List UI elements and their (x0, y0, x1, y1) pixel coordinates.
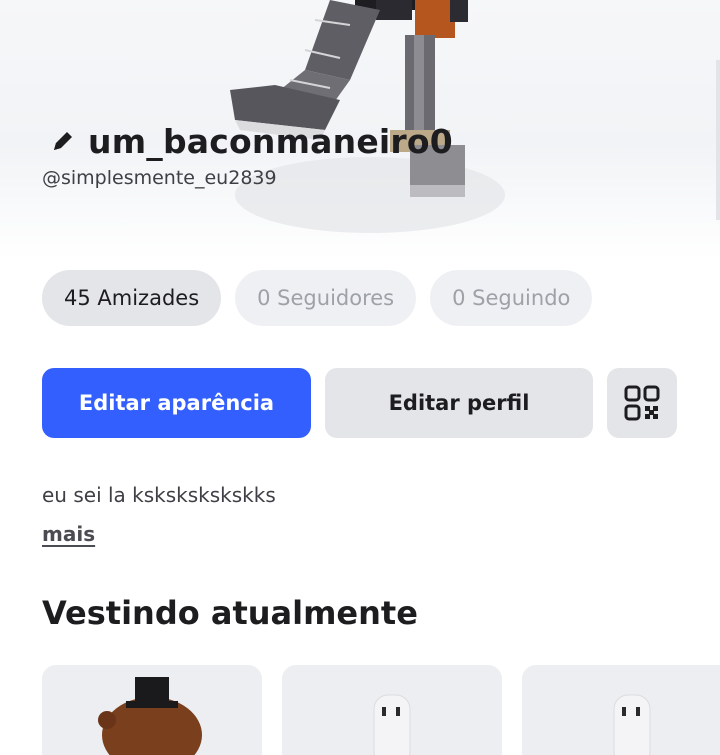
more-link[interactable]: mais (42, 522, 95, 546)
following-pill[interactable]: 0 Seguindo (430, 270, 593, 326)
qr-code-button[interactable] (607, 368, 677, 438)
wearing-title: Vestindo atualmente (42, 594, 418, 632)
user-handle: @simplesmente_eu2839 (42, 167, 277, 189)
wearing-item-card[interactable] (42, 665, 262, 755)
white-head-item-icon (613, 694, 651, 755)
bear-hat-item-icon (98, 677, 202, 755)
bio-text: eu sei la kskskskskskks (42, 483, 276, 507)
scroll-edge (716, 60, 720, 220)
stats-row: 45 Amizades 0 Seguidores 0 Seguindo (42, 270, 593, 326)
wearing-item-card[interactable] (282, 665, 502, 755)
pencil-icon[interactable] (50, 128, 76, 154)
edit-avatar-button[interactable]: Editar aparência (42, 368, 311, 438)
username-row: um_baconmaneiro0 (50, 118, 453, 164)
qr-code-icon (624, 385, 660, 421)
wearing-item-card[interactable] (522, 665, 720, 755)
followers-pill[interactable]: 0 Seguidores (235, 270, 417, 326)
display-name: um_baconmaneiro0 (88, 121, 453, 161)
friends-pill[interactable]: 45 Amizades (42, 270, 222, 326)
edit-profile-button[interactable]: Editar perfil (325, 368, 593, 438)
wearing-items (42, 665, 720, 755)
white-head-item-icon (373, 694, 411, 755)
action-buttons: Editar aparência Editar perfil (42, 368, 677, 438)
